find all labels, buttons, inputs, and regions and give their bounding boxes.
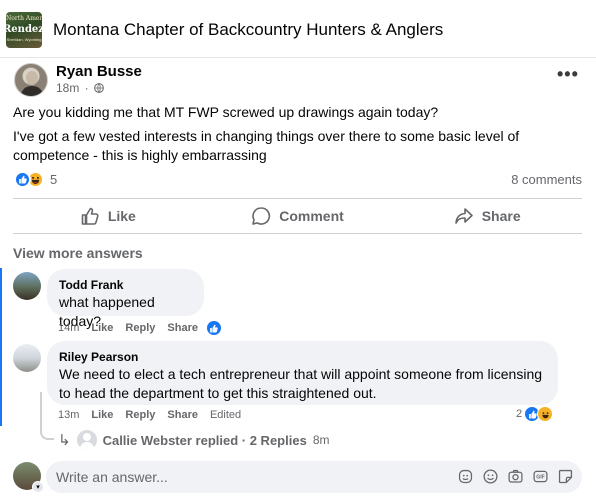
thread-highlight-line [0, 268, 2, 426]
author-name[interactable]: Ryan Busse [56, 63, 142, 80]
share-button-label: Share [481, 208, 521, 224]
comment-time[interactable]: 14m [58, 322, 79, 334]
globe-icon [94, 83, 104, 93]
group-avatar[interactable]: North America Rendezvous Sheridan, Wyomi… [6, 12, 42, 48]
group-avatar-bottom-text: Sheridan, Wyoming [6, 37, 42, 42]
post-paragraph-1: Are you kidding me that MT FWP screwed u… [13, 104, 439, 120]
chevron-down-icon[interactable]: ▾ [32, 481, 44, 493]
like-button-label: Like [107, 208, 136, 224]
post-action-bar: Like Comment Share [13, 198, 582, 234]
comment-reactions[interactable]: 2 [516, 406, 554, 422]
group-header: North America Rendezvous Sheridan, Wyomi… [0, 0, 596, 58]
gif-icon[interactable]: GIF [532, 468, 549, 485]
comment-button[interactable]: Comment [203, 199, 393, 233]
share-button[interactable]: Share [392, 199, 582, 233]
comment-edited-label[interactable]: Edited [210, 409, 241, 421]
comment-like-button[interactable]: Like [91, 409, 113, 421]
comment-reaction-count: 2 [516, 408, 523, 420]
comment-button-label: Comment [279, 208, 344, 224]
comment-author[interactable]: Riley Pearson [59, 349, 546, 365]
comment-text: We need to elect a tech entrepreneur tha… [59, 366, 543, 401]
group-avatar-top-text: North America [6, 15, 42, 22]
replies-time: 8m [312, 433, 330, 447]
comment-reply-button[interactable]: Reply [125, 409, 155, 421]
camera-icon[interactable] [507, 468, 524, 485]
reply-arrow-icon: ↳ [58, 432, 71, 449]
group-avatar-mid-text: Rendezvous [6, 24, 42, 35]
comment-avatar[interactable] [13, 344, 41, 372]
like-button[interactable]: Like [13, 199, 203, 233]
avatar-head-shape [26, 71, 38, 85]
like-reaction-icon[interactable] [205, 320, 222, 336]
comment-composer: GIF [46, 461, 582, 493]
group-title[interactable]: Montana Chapter of Backcountry Hunters &… [53, 20, 443, 40]
comment-reply-button[interactable]: Reply [125, 322, 155, 334]
view-more-answers-link[interactable]: View more answers [13, 245, 143, 261]
comment-time[interactable]: 13m [58, 409, 79, 421]
author-avatar[interactable] [14, 63, 48, 97]
avatar-body-shape [21, 86, 43, 96]
replies-summary[interactable]: Callie Webster replied · 2 Replies [103, 433, 307, 448]
composer-icons: GIF [457, 468, 574, 485]
comment-share-button[interactable]: Share [167, 409, 198, 421]
replier-avatar [76, 430, 97, 450]
comment-avatar[interactable] [13, 272, 41, 300]
comment-bubble: Riley Pearson We need to elect a tech en… [47, 341, 558, 405]
avatar-sticker-icon[interactable] [457, 468, 474, 485]
comment-bubble: Todd Frank what happened today? [47, 269, 204, 329]
share-arrow-icon [454, 208, 473, 224]
haha-reaction-icon [537, 406, 554, 422]
answer-input[interactable] [56, 461, 446, 493]
more-options-icon[interactable]: ••• [557, 64, 579, 85]
post-reactions[interactable]: 5 [14, 171, 57, 188]
view-replies-row[interactable]: ↳ Callie Webster replied · 2 Replies 8m [58, 430, 329, 450]
comment-bubble-icon [252, 207, 271, 225]
meta-separator: · [81, 81, 93, 95]
thumbs-up-icon [81, 207, 99, 225]
comment-actions: 14m Like Reply Share [58, 320, 222, 336]
comment-actions: 13m Like Reply Share Edited [58, 409, 241, 421]
post-paragraph-2: I've got a few vested interests in chang… [13, 128, 520, 163]
post-time[interactable]: 18m [56, 81, 79, 95]
comments-count[interactable]: 8 comments [511, 172, 582, 187]
post-meta: 18m · [56, 81, 104, 95]
reaction-count: 5 [50, 172, 58, 187]
comment-like-button[interactable]: Like [91, 322, 113, 334]
comment-author[interactable]: Todd Frank [59, 277, 192, 293]
comment-share-button[interactable]: Share [167, 322, 198, 334]
sticker-icon[interactable] [557, 468, 574, 485]
emoji-icon[interactable] [482, 468, 499, 485]
like-reaction-icon [14, 171, 31, 188]
svg-text:GIF: GIF [536, 475, 545, 481]
